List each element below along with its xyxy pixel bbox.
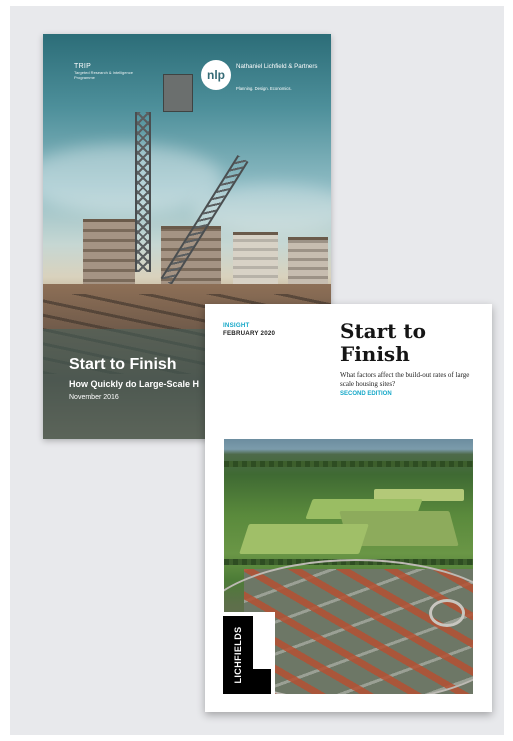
lichfields-wordmark: LICHFIELDS [233,626,243,684]
trip-label: TRIP Targeted Research & Intelligence Pr… [74,63,154,80]
edition-label: SECOND EDITION [340,391,392,397]
roundabout [429,599,465,627]
cover-date: November 2016 [69,394,119,401]
publisher-name: Nathaniel Lichfield & Partners [236,63,318,70]
crane-mast [135,112,151,272]
cover-2020: INSIGHT FEBRUARY 2020 Start to Finish Wh… [205,304,492,712]
building [288,237,328,288]
crane-cab [163,74,193,112]
publication-date: FEBRUARY 2020 [223,330,276,337]
trip-title: TRIP [74,63,92,70]
tree-line [224,461,473,467]
cover-subtitle: What factors affect the build-out rates … [340,371,470,388]
trip-subtitle: Targeted Research & Intelligence Program… [74,70,133,80]
cover-subtitle: How Quickly do Large-Scale H [69,379,200,389]
cover-title: Start to Finish [340,319,426,366]
building [83,219,135,292]
publisher-tagline: Planning. Design. Economics. [236,86,292,91]
building [233,232,278,287]
series-label: INSIGHT [223,322,250,329]
field [239,524,369,554]
nlp-logo: nlp [201,60,231,90]
cover-title: Start to Finish [69,356,177,373]
